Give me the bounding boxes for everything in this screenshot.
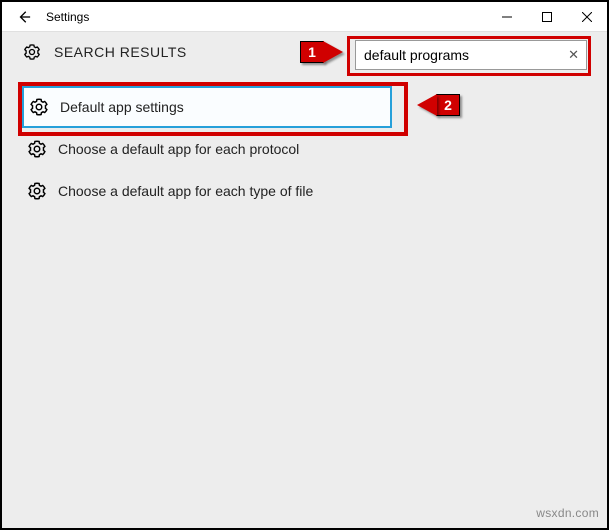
gear-icon [26, 180, 48, 202]
back-button[interactable] [14, 7, 34, 27]
maximize-button[interactable] [527, 2, 567, 32]
gear-icon [22, 42, 42, 62]
gear-icon [26, 138, 48, 160]
result-default-app-settings[interactable]: Default app settings [22, 86, 392, 128]
minimize-button[interactable] [487, 2, 527, 32]
result-default-app-protocol[interactable]: Choose a default app for each protocol [22, 128, 392, 170]
result-label: Choose a default app for each type of fi… [58, 183, 313, 199]
search-input[interactable] [355, 40, 587, 70]
result-label: Choose a default app for each protocol [58, 141, 299, 157]
content-area: SEARCH RESULTS ✕ Default app settings Ch… [2, 32, 607, 528]
window-title: Settings [46, 10, 89, 24]
titlebar: Settings [2, 2, 607, 32]
page-heading: SEARCH RESULTS [54, 44, 187, 60]
close-button[interactable] [567, 2, 607, 32]
result-default-app-filetype[interactable]: Choose a default app for each type of fi… [22, 170, 392, 212]
watermark: wsxdn.com [536, 506, 599, 520]
gear-icon [28, 96, 50, 118]
results-list: Default app settings Choose a default ap… [22, 86, 587, 212]
settings-window: Settings SEARCH RESULTS ✕ [2, 2, 607, 528]
clear-search-icon[interactable]: ✕ [568, 47, 579, 63]
result-label: Default app settings [60, 99, 184, 115]
